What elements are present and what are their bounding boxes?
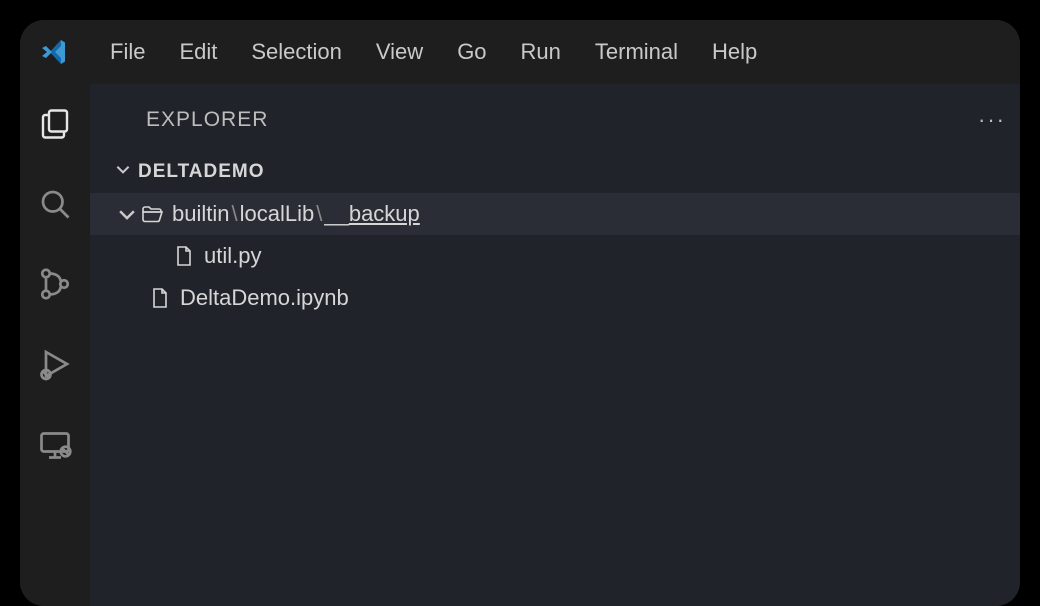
tree-file-row[interactable]: util.py [90, 235, 1020, 277]
explorer-title: EXPLORER [146, 108, 268, 132]
folder-path-label: builtin \ localLib \ __backup [172, 201, 420, 227]
explorer-more-icon[interactable]: ··· [978, 107, 1010, 133]
path-seg-3: backup [349, 201, 420, 227]
menu-run[interactable]: Run [505, 33, 577, 71]
path-seg-2: localLib [240, 201, 315, 227]
workspace-name: DELTADEMO [138, 161, 265, 183]
activity-remote-icon[interactable] [35, 424, 75, 464]
vscode-window: File Edit Selection View Go Run Terminal… [20, 20, 1020, 606]
path-sep: \ [229, 201, 239, 227]
tree-folder-row[interactable]: builtin \ localLib \ __backup [90, 193, 1020, 235]
path-seg-1: builtin [172, 201, 229, 227]
menu-selection[interactable]: Selection [235, 33, 358, 71]
file-icon [170, 244, 198, 268]
file-label: util.py [204, 243, 261, 269]
menu-terminal[interactable]: Terminal [579, 33, 694, 71]
activity-search-icon[interactable] [35, 184, 75, 224]
explorer-header: EXPLORER ··· [90, 84, 1020, 156]
file-icon [146, 286, 174, 310]
tree-file-row[interactable]: DeltaDemo.ipynb [90, 277, 1020, 319]
path-sep: \ [314, 201, 324, 227]
chevron-down-icon [116, 202, 138, 226]
explorer-sidebar: EXPLORER ··· DELTADEMO [90, 84, 1020, 606]
vscode-logo-icon [38, 36, 70, 68]
menu-go[interactable]: Go [441, 33, 502, 71]
workspace-section-header[interactable]: DELTADEMO [90, 156, 1020, 187]
activity-explorer-icon[interactable] [35, 104, 75, 144]
title-bar: File Edit Selection View Go Run Terminal… [20, 20, 1020, 84]
path-seg-3-prefix: __ [324, 201, 348, 227]
chevron-down-icon [114, 160, 132, 183]
file-label: DeltaDemo.ipynb [180, 285, 349, 311]
menu-bar: File Edit Selection View Go Run Terminal… [94, 33, 773, 71]
activity-run-debug-icon[interactable] [35, 344, 75, 384]
file-tree: builtin \ localLib \ __backup [90, 187, 1020, 319]
menu-file[interactable]: File [94, 33, 161, 71]
folder-open-icon [138, 202, 166, 226]
menu-help[interactable]: Help [696, 33, 773, 71]
menu-view[interactable]: View [360, 33, 439, 71]
activity-source-control-icon[interactable] [35, 264, 75, 304]
activity-bar [20, 84, 90, 606]
menu-edit[interactable]: Edit [163, 33, 233, 71]
